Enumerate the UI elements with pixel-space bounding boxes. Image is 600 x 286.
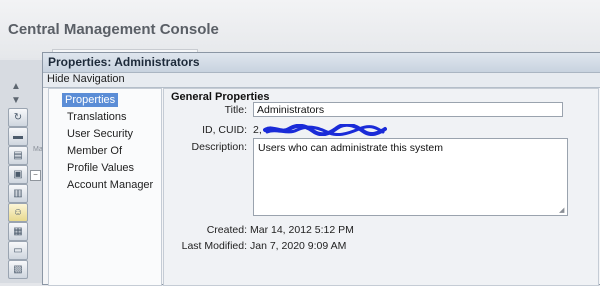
nav-item-account-manager[interactable]: Account Manager bbox=[64, 178, 156, 192]
scroll-up-icon[interactable]: ▲ bbox=[11, 82, 21, 92]
document-icon[interactable]: ▤ bbox=[8, 146, 28, 165]
cuid-label: ID, CUID: bbox=[202, 124, 247, 136]
dialog-titlebar[interactable]: Properties: Administrators bbox=[43, 53, 600, 73]
server-icon[interactable]: ▥ bbox=[8, 184, 28, 203]
console-title: Central Management Console bbox=[8, 21, 219, 38]
general-properties-panel: General Properties Title: Administrators… bbox=[163, 88, 599, 286]
cuid-value: 2, bbox=[253, 124, 262, 136]
title-input[interactable]: Administrators bbox=[253, 102, 563, 117]
groups-icon[interactable]: ▦ bbox=[8, 222, 28, 241]
screen-icon[interactable]: ▭ bbox=[8, 241, 28, 260]
last-modified-label: Last Modified: bbox=[181, 240, 247, 252]
description-textarea[interactable]: Users who can administrate this system ◢ bbox=[253, 138, 568, 216]
nav-item-translations[interactable]: Translations bbox=[64, 110, 130, 124]
created-label: Created: bbox=[206, 224, 247, 236]
nav-item-properties[interactable]: Properties bbox=[62, 93, 119, 107]
refresh-icon[interactable]: ↻ bbox=[8, 108, 28, 127]
nav-item-profile-values[interactable]: Profile Values bbox=[64, 161, 137, 175]
scroll-down-icon[interactable]: ▼ bbox=[11, 96, 21, 106]
nav-item-member-of[interactable]: Member Of bbox=[64, 144, 125, 158]
created-value: Mar 14, 2012 5:12 PM bbox=[250, 224, 354, 236]
description-label: Description: bbox=[191, 141, 247, 153]
inbox-icon[interactable]: ▣ bbox=[8, 165, 28, 184]
hide-navigation-link[interactable]: Hide Navigation bbox=[47, 73, 125, 85]
properties-dialog: Properties: Administrators Hide Navigati… bbox=[42, 52, 600, 286]
title-label: Title: bbox=[224, 104, 247, 116]
last-modified-value: Jan 7, 2020 9:09 AM bbox=[250, 240, 347, 252]
hide-navigation-bar: Hide Navigation bbox=[43, 73, 600, 88]
redaction-scribble bbox=[263, 124, 387, 136]
tree-expand-icon[interactable]: − bbox=[30, 170, 41, 181]
navigation-panel: Properties Translations User Security Me… bbox=[48, 88, 162, 286]
resize-grip-icon[interactable]: ◢ bbox=[559, 207, 566, 214]
folder-icon[interactable]: ▬ bbox=[8, 127, 28, 146]
nav-item-user-security[interactable]: User Security bbox=[64, 127, 136, 141]
tools-icon[interactable]: ▧ bbox=[8, 260, 28, 279]
users-icon[interactable]: ☺ bbox=[8, 203, 28, 222]
dialog-title: Properties: Administrators bbox=[48, 55, 200, 69]
description-text: Users who can administrate this system bbox=[258, 142, 443, 154]
